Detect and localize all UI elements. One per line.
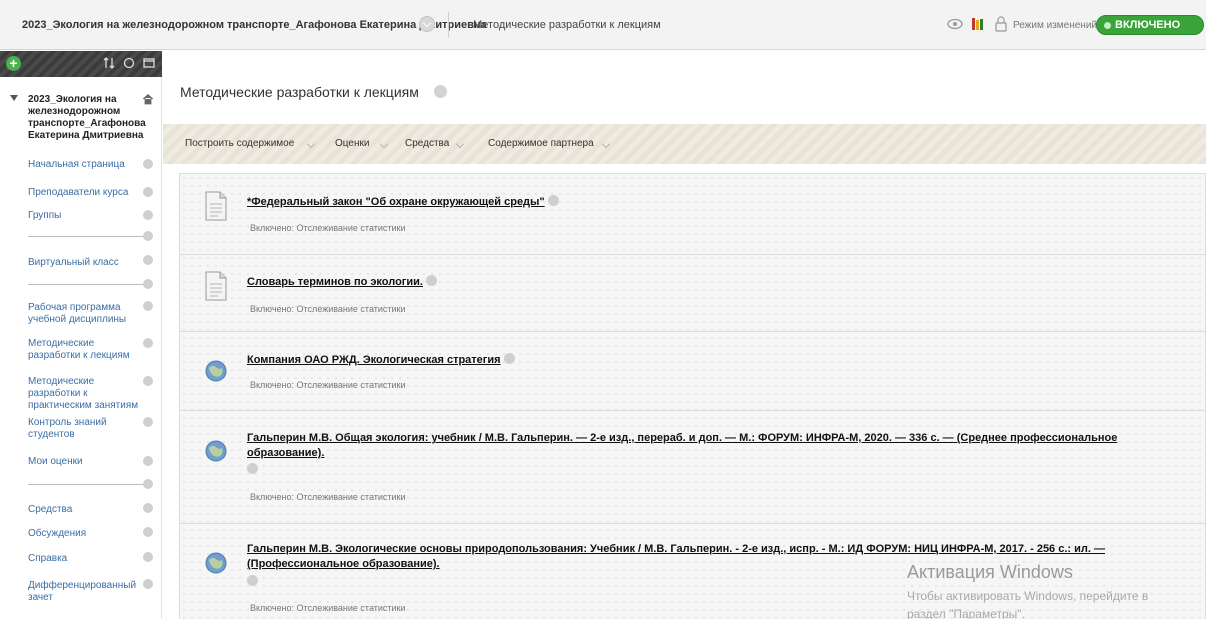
main-content: Методические разработки к лекциям Постро… [163, 51, 1206, 619]
windows-activation-line1: Чтобы активировать Windows, перейдите в [907, 589, 1149, 603]
breadcrumb-course[interactable]: 2023_Экология на железнодорожном транспо… [22, 19, 487, 31]
home-icon[interactable] [142, 93, 154, 105]
sidebar-item-options-icon[interactable] [143, 552, 153, 562]
content-list: *Федеральный закон "Об охране окружающей… [179, 173, 1206, 619]
sidebar-item-help[interactable]: Справка [28, 553, 140, 565]
edit-mode-label: Режим изменений: [1013, 20, 1100, 31]
windows-activation-line2: раздел "Параметры". [907, 607, 1025, 619]
action-bar: Построить содержимое Оценки Средства Сод… [163, 124, 1206, 164]
sidebar-item-options-icon[interactable] [143, 417, 153, 427]
item-title-link[interactable]: *Федеральный закон "Об охране окружающей… [247, 195, 1147, 210]
eye-icon[interactable] [946, 15, 964, 33]
windows-activation-title: Активация Windows [907, 562, 1073, 582]
sidebar-item-options-icon[interactable] [143, 210, 153, 220]
breadcrumb-current-page: Методические разработки к лекциям [473, 19, 661, 31]
edit-mode-toggle[interactable]: ВКЛЮЧЕНО [1096, 15, 1204, 35]
sidebar-item-options-icon[interactable] [143, 527, 153, 537]
sidebar-item-options-icon[interactable] [143, 579, 153, 589]
sidebar-divider [28, 284, 143, 285]
list-item: Словарь терминов по экологии. Включено: … [180, 255, 1205, 332]
sidebar-item-work-program[interactable]: Рабочая программа учебной дисциплины [28, 302, 140, 326]
sidebar-item-options-icon[interactable] [143, 376, 153, 386]
collapse-caret-icon[interactable] [10, 95, 18, 101]
chevron-down-icon [379, 139, 389, 149]
chevron-down-icon [601, 139, 611, 149]
edit-mode-state: ВКЛЮЧЕНО [1115, 19, 1181, 31]
add-menu-item-button[interactable]: + [6, 56, 21, 71]
item-meta: Включено: Отслеживание статистики [250, 603, 406, 613]
sidebar-divider-options-icon[interactable] [143, 479, 153, 489]
sidebar-item-options-icon[interactable] [143, 187, 153, 197]
sidebar-item-practice-materials[interactable]: Методические разработки к практическим з… [28, 376, 140, 412]
list-item: Компания ОАО РЖД. Экологическая стратеги… [180, 332, 1205, 411]
globe-link-icon [205, 552, 227, 574]
sidebar-item-options-icon[interactable] [143, 159, 153, 169]
toggle-indicator [1104, 22, 1111, 29]
sidebar-item-options-icon[interactable] [143, 301, 153, 311]
reorder-icon[interactable] [102, 56, 116, 70]
item-meta: Включено: Отслеживание статистики [250, 304, 406, 314]
globe-link-icon [205, 440, 227, 462]
list-item: Гальперин М.В. Общая экология: учебник /… [180, 411, 1205, 524]
list-item: *Федеральный закон "Об охране окружающей… [180, 174, 1205, 255]
sidebar-item-groups[interactable]: Группы [28, 210, 140, 222]
sidebar-item-instructors[interactable]: Преподаватели курса [28, 187, 140, 199]
sidebar-divider [28, 484, 143, 485]
build-content-menu[interactable]: Построить содержимое [185, 138, 294, 149]
breadcrumb-divider [448, 12, 449, 38]
sidebar-item-options-icon[interactable] [143, 338, 153, 348]
top-bar: 2023_Экология на железнодорожном транспо… [0, 0, 1206, 50]
document-icon [205, 271, 227, 301]
refresh-icon[interactable] [122, 56, 136, 70]
item-title-link[interactable]: Гальперин М.В. Общая экология: учебник /… [247, 431, 1147, 461]
sidebar-item-options-icon[interactable] [143, 255, 153, 265]
course-title[interactable]: 2023_Экология на железнодорожном транспо… [28, 94, 146, 142]
item-options-icon[interactable] [547, 195, 559, 206]
library-icon[interactable] [969, 15, 987, 33]
sidebar-item-options-icon[interactable] [143, 503, 153, 513]
item-options-icon[interactable] [247, 463, 258, 474]
partner-content-menu[interactable]: Содержимое партнера [488, 138, 594, 149]
page-title-options-icon[interactable] [434, 85, 447, 98]
sidebar-item-lecture-materials[interactable]: Методические разработки к лекциям [28, 338, 140, 362]
chevron-down-icon [455, 139, 465, 149]
item-options-icon[interactable] [425, 275, 437, 286]
sidebar-item-virtual-class[interactable]: Виртуальный класс [28, 257, 140, 269]
item-meta: Включено: Отслеживание статистики [250, 380, 406, 390]
item-meta: Включено: Отслеживание статистики [250, 492, 406, 502]
folder-view-icon[interactable] [142, 56, 156, 70]
item-title-text[interactable]: *Федеральный закон "Об охране окружающей… [247, 196, 545, 208]
course-menu-toolbar: + [0, 51, 162, 77]
sidebar-divider [28, 236, 143, 237]
sidebar-item-knowledge-control[interactable]: Контроль знаний студентов [28, 417, 140, 441]
item-options-icon[interactable] [503, 353, 515, 364]
item-title-text[interactable]: Словарь терминов по экологии. [247, 276, 423, 288]
item-options-icon[interactable] [247, 575, 258, 586]
sidebar-item-discussions[interactable]: Обсуждения [28, 528, 140, 540]
sidebar-item-my-grades[interactable]: Мои оценки [28, 456, 140, 468]
lock-icon[interactable] [992, 15, 1010, 33]
sidebar-divider-options-icon[interactable] [143, 231, 153, 241]
breadcrumb-chevron-icon[interactable] [419, 16, 435, 32]
globe-link-icon [205, 360, 227, 382]
item-title-text[interactable]: Компания ОАО РЖД. Экологическая стратеги… [247, 354, 501, 366]
item-meta: Включено: Отслеживание статистики [250, 223, 406, 233]
sidebar-divider-options-icon[interactable] [143, 279, 153, 289]
tools-menu[interactable]: Средства [405, 138, 449, 149]
sidebar-item-credit[interactable]: Дифференцированный зачет [28, 580, 140, 604]
document-icon [205, 191, 227, 221]
item-title-link[interactable]: Компания ОАО РЖД. Экологическая стратеги… [247, 353, 1147, 368]
course-menu: + 2023_Экология на железнодорожном транс… [0, 51, 162, 619]
assessments-menu[interactable]: Оценки [335, 138, 369, 149]
sidebar-item-tools[interactable]: Средства [28, 504, 140, 516]
item-title-link[interactable]: Словарь терминов по экологии. [247, 275, 1147, 290]
sidebar-item-home-page[interactable]: Начальная страница [28, 159, 140, 171]
page-title: Методические разработки к лекциям [180, 84, 419, 100]
chevron-down-icon [306, 139, 316, 149]
sidebar-item-options-icon[interactable] [143, 456, 153, 466]
